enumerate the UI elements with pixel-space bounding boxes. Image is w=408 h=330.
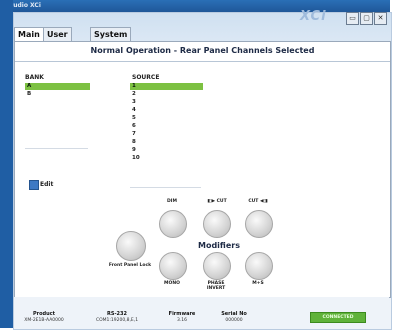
- phase-invert-button[interactable]: [203, 252, 231, 280]
- speaker-left-icon: ◧▶: [207, 199, 217, 204]
- firmware-value: 3.16: [176, 318, 188, 323]
- source-divider: [130, 187, 201, 188]
- bank-item-b[interactable]: B: [25, 91, 90, 98]
- main-content: Normal Operation - Rear Panel Channels S…: [14, 41, 391, 298]
- source-item-6[interactable]: 6: [130, 123, 203, 130]
- cut-right-label: CUT ◀◨: [246, 199, 270, 204]
- source-item-8[interactable]: 8: [130, 139, 203, 146]
- source-item-2[interactable]: 2: [130, 91, 203, 98]
- bank-label: BANK: [25, 74, 44, 81]
- front-panel-lock-button[interactable]: [116, 231, 146, 261]
- source-item-4[interactable]: 4: [130, 107, 203, 114]
- app-window: Studio XCi XCi ▭ ▢ ✕ Main User EQ System…: [0, 0, 408, 330]
- source-label: SOURCE: [132, 74, 160, 81]
- cut-right-button[interactable]: [245, 210, 273, 238]
- product-label: Product: [32, 311, 56, 317]
- product-value: XM-2E1B-AA0000: [24, 318, 64, 323]
- source-item-7[interactable]: 7: [130, 131, 203, 138]
- phase-invert-label: PHASE INVERT: [206, 281, 226, 291]
- serial-label: Serial No: [221, 311, 247, 317]
- source-item-5[interactable]: 5: [130, 115, 203, 122]
- source-item-9[interactable]: 9: [130, 147, 203, 154]
- mono-label: MONO: [164, 281, 180, 286]
- rs232-value: COM1:19200,8,E,1: [95, 318, 139, 323]
- speaker-right-icon: ◀◨: [258, 199, 268, 204]
- edit-icon[interactable]: [29, 180, 39, 190]
- source-item-10[interactable]: 10: [130, 155, 203, 162]
- minimize-button[interactable]: ▭: [346, 12, 359, 25]
- modifiers-label: Modifiers: [198, 241, 240, 250]
- m-s-button[interactable]: [245, 252, 273, 280]
- heading-divider: [15, 61, 390, 62]
- tab-system[interactable]: System: [90, 27, 132, 41]
- cut-right-text: CUT: [248, 199, 259, 204]
- cut-left-label: ◧▶ CUT: [205, 199, 229, 204]
- logo: XCi: [300, 9, 327, 24]
- mono-button[interactable]: [159, 252, 187, 280]
- source-item-1[interactable]: 1: [130, 83, 203, 90]
- firmware-label: Firmware: [168, 311, 196, 317]
- cut-left-button[interactable]: [203, 210, 231, 238]
- rs232-label: RS-232: [107, 311, 127, 317]
- bank-item-a[interactable]: A: [25, 83, 90, 90]
- source-item-3[interactable]: 3: [130, 99, 203, 106]
- close-button[interactable]: ✕: [374, 12, 387, 25]
- edit-label[interactable]: Edit: [40, 181, 53, 188]
- tab-main[interactable]: Main: [14, 27, 44, 42]
- m-s-label: M+S: [252, 281, 264, 286]
- dim-button[interactable]: [159, 210, 187, 238]
- front-panel-lock-label: Front Panel Lock: [108, 263, 152, 268]
- right-border: [390, 0, 408, 328]
- maximize-button[interactable]: ▢: [360, 12, 373, 25]
- bank-divider: [25, 148, 88, 149]
- tab-user-eq[interactable]: User EQ: [43, 27, 72, 52]
- left-border: [0, 0, 13, 328]
- connection-status-badge: CONNECTED: [310, 312, 366, 323]
- cut-left-text: CUT: [216, 199, 227, 204]
- serial-value: 000000: [225, 318, 243, 323]
- page-heading: Normal Operation - Rear Panel Channels S…: [90, 46, 315, 55]
- dim-label: DIM: [167, 199, 177, 204]
